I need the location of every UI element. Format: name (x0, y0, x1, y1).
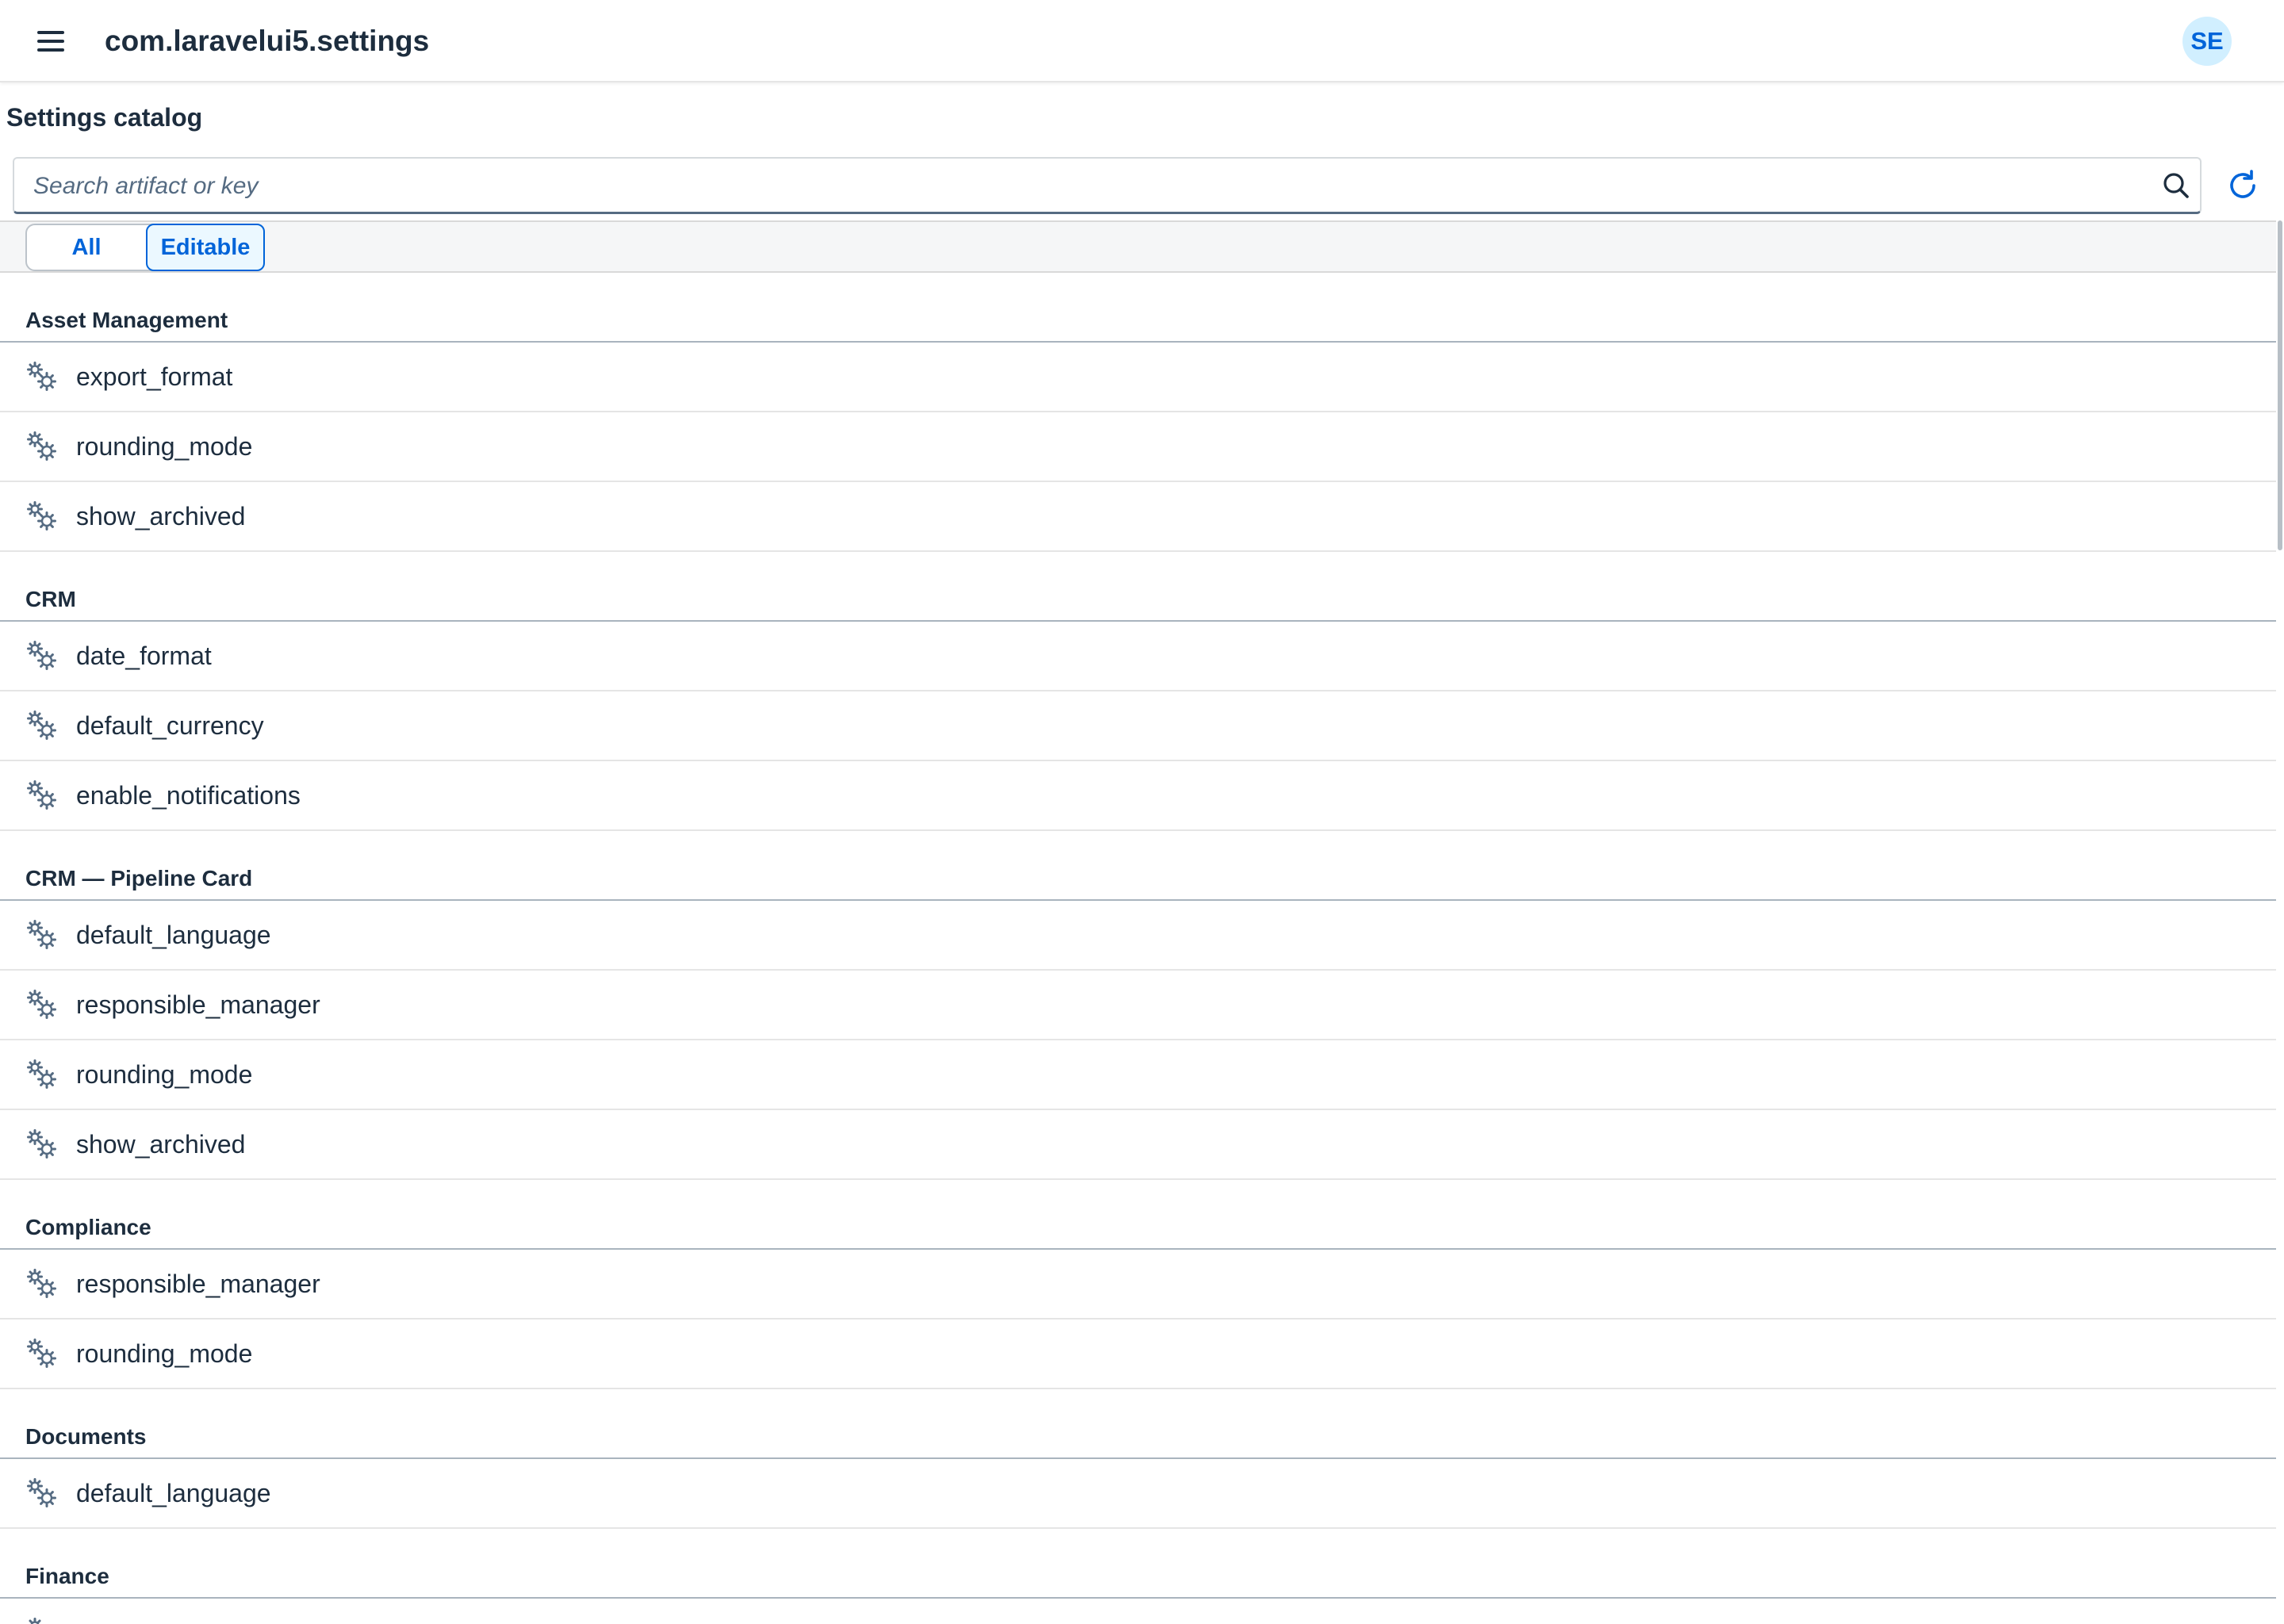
gears-icon (27, 641, 56, 670)
shell-bar: com.laravelui5.settings SE (0, 0, 2284, 82)
setting-key-label: responsible_manager (76, 990, 320, 1019)
filter-editable-button[interactable]: Editable (146, 224, 265, 271)
list-item[interactable]: default_language (0, 1459, 2276, 1529)
filter-bar: All Editable (0, 220, 2276, 273)
settings-list: Asset Management export_format rounding_… (0, 273, 2276, 1624)
group-header: Documents (0, 1389, 2276, 1459)
gears-icon (27, 1059, 56, 1089)
setting-key-label: enable_notifications (76, 780, 301, 810)
avatar[interactable]: SE (2182, 17, 2232, 66)
refresh-icon[interactable] (2224, 167, 2262, 205)
group-header: CRM — Pipeline Card (0, 831, 2276, 901)
list-item[interactable]: rounding_mode (0, 1320, 2276, 1389)
gears-icon (27, 920, 56, 949)
search-input[interactable] (32, 159, 2129, 214)
setting-key-label: rounding_mode (76, 1339, 253, 1368)
group-header: Finance (0, 1529, 2276, 1599)
group-header: CRM (0, 552, 2276, 622)
setting-key-label: show_archived (76, 501, 246, 530)
list-item[interactable]: show_archived (0, 482, 2276, 552)
setting-key-label: responsible_manager (76, 1269, 320, 1298)
search-icon[interactable] (2159, 168, 2194, 203)
setting-key-label: default_currency (76, 710, 264, 740)
gears-icon (29, 1618, 41, 1624)
gears-icon (27, 1129, 56, 1159)
group-header: Compliance (0, 1180, 2276, 1250)
gears-icon (27, 710, 56, 740)
setting-key-label: default_language (76, 920, 271, 949)
list-item[interactable]: enable_notifications (0, 761, 2276, 831)
group-header: Asset Management (0, 273, 2276, 343)
setting-key-label: default_language (76, 1478, 271, 1507)
setting-key-label: show_archived (76, 1129, 246, 1159)
scrollbar[interactable] (2276, 220, 2284, 1624)
setting-key-label: date_format (76, 641, 212, 670)
search-field (13, 157, 2202, 214)
filter-all-button[interactable]: All (27, 225, 146, 270)
page-title: Settings catalog (6, 103, 203, 132)
list-item[interactable]: responsible_manager (0, 1250, 2276, 1320)
app-title: com.laravelui5.settings (105, 25, 430, 57)
segmented-filter: All Editable (25, 224, 265, 271)
gears-icon (27, 990, 56, 1019)
scrollbar-thumb[interactable] (2278, 220, 2282, 550)
setting-key-label: rounding_mode (76, 431, 253, 461)
list-item[interactable]: show_archived (0, 1110, 2276, 1180)
gears-icon (27, 1339, 56, 1368)
list-item[interactable]: rounding_mode (0, 1040, 2276, 1110)
list-item[interactable]: rounding_mode (0, 412, 2276, 482)
list-item[interactable]: date_format (0, 622, 2276, 691)
list-item[interactable] (0, 1599, 2276, 1624)
gears-icon (27, 1269, 56, 1298)
gears-icon (27, 501, 56, 530)
gears-icon (27, 362, 56, 391)
gears-icon (27, 1478, 56, 1507)
list-item[interactable]: default_currency (0, 691, 2276, 761)
list-item[interactable]: export_format (0, 343, 2276, 412)
setting-key-label: export_format (76, 362, 233, 391)
list-item[interactable]: responsible_manager (0, 971, 2276, 1040)
hamburger-menu-icon[interactable] (29, 22, 73, 60)
gears-icon (27, 431, 56, 461)
list-item[interactable]: default_language (0, 901, 2276, 971)
setting-key-label: rounding_mode (76, 1059, 253, 1089)
gears-icon (27, 780, 56, 810)
